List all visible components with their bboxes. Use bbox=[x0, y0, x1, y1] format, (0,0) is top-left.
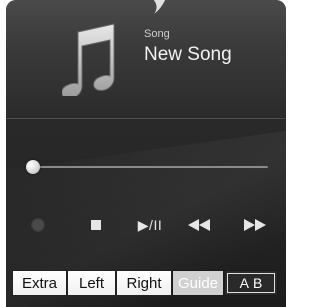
curl-decoration-icon bbox=[153, 0, 166, 14]
transport-controls: ▶/II bbox=[6, 210, 286, 240]
ab-repeat-frame: A B bbox=[227, 273, 275, 293]
fast-forward-icon bbox=[244, 219, 266, 231]
tab-extra-label: Extra bbox=[21, 274, 57, 292]
tab-extra[interactable]: Extra bbox=[12, 270, 67, 296]
play-pause-label: ▶/II bbox=[137, 216, 163, 233]
progress-slider[interactable] bbox=[26, 160, 268, 174]
rewind-button[interactable] bbox=[186, 210, 212, 240]
tab-right-label: Right bbox=[126, 274, 162, 292]
tab-guide[interactable]: Guide bbox=[172, 270, 224, 296]
ab-b-label: B bbox=[253, 275, 263, 291]
player-panel: Song New Song ▶/II Extra Left Right Guid… bbox=[6, 0, 286, 307]
song-header: Song New Song bbox=[6, 0, 286, 119]
tab-left-label: Left bbox=[78, 274, 105, 292]
tab-guide-label: Guide bbox=[177, 274, 219, 292]
mode-tabs: Extra Left Right Guide A B bbox=[12, 270, 286, 296]
progress-knob[interactable] bbox=[26, 160, 40, 174]
fast-forward-button[interactable] bbox=[242, 210, 268, 240]
tab-left[interactable]: Left bbox=[67, 270, 116, 296]
record-icon bbox=[31, 218, 45, 232]
music-note-icon bbox=[62, 23, 115, 96]
rewind-icon bbox=[188, 219, 210, 231]
ab-a-label: A bbox=[239, 275, 249, 291]
stop-icon bbox=[91, 220, 101, 230]
song-caption: Song bbox=[144, 28, 170, 40]
stop-button[interactable] bbox=[86, 210, 106, 240]
tab-ab-repeat[interactable]: A B bbox=[224, 270, 278, 296]
record-button[interactable] bbox=[28, 210, 48, 240]
progress-track[interactable] bbox=[32, 166, 268, 168]
play-pause-button[interactable]: ▶/II bbox=[128, 210, 172, 240]
song-title: New Song bbox=[144, 44, 232, 65]
tab-right[interactable]: Right bbox=[116, 270, 172, 296]
